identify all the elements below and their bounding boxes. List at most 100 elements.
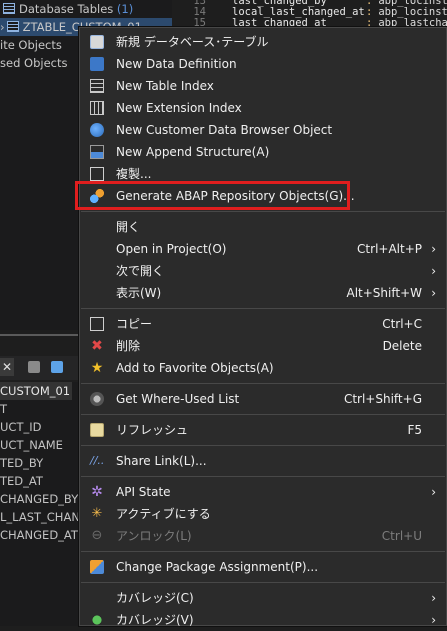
chevron-right-icon: ›	[431, 591, 436, 605]
menu-item-shortcut: Alt+Shift+W	[346, 286, 423, 300]
chevron-right-icon: ›	[431, 242, 436, 256]
menu-item-change-package-assignment[interactable]: Change Package Assignment(P)...	[80, 556, 446, 578]
tree-item-used-objects[interactable]: sed Objects	[0, 54, 67, 72]
menu-item-label: 削除	[116, 339, 141, 353]
menu-item-label: New Append Structure(A)	[116, 145, 270, 159]
menu-item-label: Change Package Assignment(P)...	[116, 560, 319, 574]
menu-item-label: Add to Favorite Objects(A)	[116, 361, 274, 375]
highlight-annotation-box	[75, 181, 350, 210]
menu-item-label: カバレッジ(C)	[116, 591, 194, 605]
menu-item-new-append-structure[interactable]: New Append Structure(A)	[80, 141, 446, 163]
menu-item-api-state[interactable]: ✲ API State ›	[80, 481, 446, 503]
outline-item[interactable]: UCT_NAME	[0, 436, 63, 454]
panel-divider[interactable]	[0, 334, 80, 336]
outline-item[interactable]: CHANGED_AT	[0, 526, 78, 544]
outline-list: CUSTOM_01 T UCT_ID UCT_NAME TED_BY TED_A…	[0, 382, 89, 626]
menu-separator	[81, 582, 445, 583]
menu-item-new-table-index[interactable]: New Table Index	[80, 75, 446, 97]
menu-item-shortcut: Delete	[382, 339, 422, 353]
menu-item-new-customer-data-browser-object[interactable]: New Customer Data Browser Object	[80, 119, 446, 141]
menu-item-label: 開く	[116, 220, 141, 234]
tree-item-composite-objects[interactable]: ite Objects	[0, 36, 62, 54]
tree-item-database-tables[interactable]: Database Tables (1)	[3, 0, 133, 18]
menu-item-shortcut: Ctrl+Alt+P	[357, 242, 422, 256]
menu-item-label: 新規 データベース･テーブル	[116, 35, 269, 49]
outline-toolbar: ✕	[0, 356, 80, 380]
tree-item-count: (1)	[116, 2, 134, 16]
share-link-icon: //..	[90, 454, 105, 467]
outline-item[interactable]: TED_AT	[0, 472, 43, 490]
outline-item[interactable]: T	[0, 400, 7, 418]
menu-item-label: カバレッジ(V)	[116, 613, 194, 627]
menu-item-shortcut: Ctrl+C	[382, 317, 422, 331]
chevron-right-icon: ›	[431, 264, 436, 278]
chevron-right-icon: ›	[431, 286, 436, 300]
close-icon[interactable]: ✕	[0, 358, 14, 376]
extension-index-icon	[90, 101, 104, 115]
outline-item[interactable]: UCT_ID	[0, 418, 41, 436]
menu-item-open-in-project[interactable]: Open in Project(O) Ctrl+Alt+P ›	[80, 238, 446, 260]
chevron-right-icon: ›	[431, 613, 436, 627]
menu-item-label: Share Link(L)...	[116, 454, 207, 468]
menu-item-label: New Table Index	[116, 79, 214, 93]
outline-item[interactable]: CUSTOM_01	[0, 382, 72, 400]
database-table-icon	[90, 35, 104, 49]
tree-item-label: sed Objects	[0, 56, 68, 70]
menu-item-new-database-table[interactable]: 新規 データベース･テーブル	[80, 31, 446, 53]
package-assignment-icon	[90, 560, 104, 574]
menu-separator	[81, 383, 445, 384]
copy-icon	[90, 317, 104, 331]
menu-separator	[81, 445, 445, 446]
menu-item-label: リフレッシュ	[116, 423, 189, 437]
menu-item-coverage-c[interactable]: カバレッジ(C) ›	[80, 587, 446, 609]
menu-item-label: コピー	[116, 317, 153, 331]
menu-item-open-with[interactable]: 次で開く ›	[80, 260, 446, 282]
menu-item-label: 表示(W)	[116, 286, 162, 300]
chevron-right-icon: ›	[431, 485, 436, 499]
menu-separator	[81, 211, 445, 212]
menu-item-new-extension-index[interactable]: New Extension Index	[80, 97, 446, 119]
menu-item-label: Open in Project(O)	[116, 242, 227, 256]
outline-item[interactable]: TED_BY	[0, 454, 43, 472]
menu-separator	[81, 308, 445, 309]
refresh-icon	[90, 423, 104, 437]
copy-document-icon	[90, 167, 104, 181]
api-state-gear-icon: ✲	[91, 484, 103, 500]
delete-icon: ✖	[91, 338, 103, 354]
code-editor[interactable]: 13 last_changed_by: abp_locinst 14 local_la…	[172, 0, 447, 30]
unlock-icon: ⊖	[91, 528, 103, 543]
menu-item-refresh[interactable]: リフレッシュ F5	[80, 419, 446, 441]
menu-item-open[interactable]: 開く	[80, 216, 446, 238]
collapse-icon[interactable]	[51, 361, 63, 373]
menu-item-label: New Customer Data Browser Object	[116, 123, 333, 137]
chevron-right-icon[interactable]: ›	[0, 20, 5, 34]
menu-item-copy[interactable]: コピー Ctrl+C	[80, 313, 446, 335]
menu-item-label: アクティブにする	[116, 507, 211, 521]
menu-item-delete[interactable]: ✖ 削除 Delete	[80, 335, 446, 357]
where-used-icon	[90, 392, 104, 406]
outline-item[interactable]: L_LAST_CHANG	[0, 508, 89, 526]
menu-item-activate[interactable]: ✳ アクティブにする	[80, 503, 446, 525]
menu-item-coverage-v[interactable]: カバレッジ(V) ›	[80, 609, 446, 631]
tree-item-label: Database Tables	[19, 2, 114, 16]
database-table-icon	[3, 3, 15, 14]
menu-separator	[81, 551, 445, 552]
star-icon: ★	[90, 360, 104, 376]
tree-item-label: ite Objects	[0, 38, 62, 52]
context-menu: 新規 データベース･テーブル New Data Definition New T…	[79, 27, 447, 627]
table-icon	[6, 21, 19, 32]
coverage-icon	[90, 613, 104, 627]
menu-item-add-to-favorites[interactable]: ★ Add to Favorite Objects(A)	[80, 357, 446, 379]
menu-item-show-in[interactable]: 表示(W) Alt+Shift+W ›	[80, 282, 446, 304]
table-index-icon	[90, 79, 104, 93]
menu-item-label: API State	[116, 485, 171, 499]
menu-item-new-data-definition[interactable]: New Data Definition	[80, 53, 446, 75]
menu-item-label: New Data Definition	[116, 57, 237, 71]
filter-icon[interactable]	[28, 361, 40, 373]
globe-icon	[90, 123, 104, 137]
outline-item[interactable]: CHANGED_BY	[0, 490, 78, 508]
menu-item-where-used[interactable]: Get Where-Used List Ctrl+Shift+G	[80, 388, 446, 410]
menu-item-label: Get Where-Used List	[116, 392, 240, 406]
menu-item-share-link[interactable]: //.. Share Link(L)...	[80, 450, 446, 472]
menu-separator	[81, 414, 445, 415]
